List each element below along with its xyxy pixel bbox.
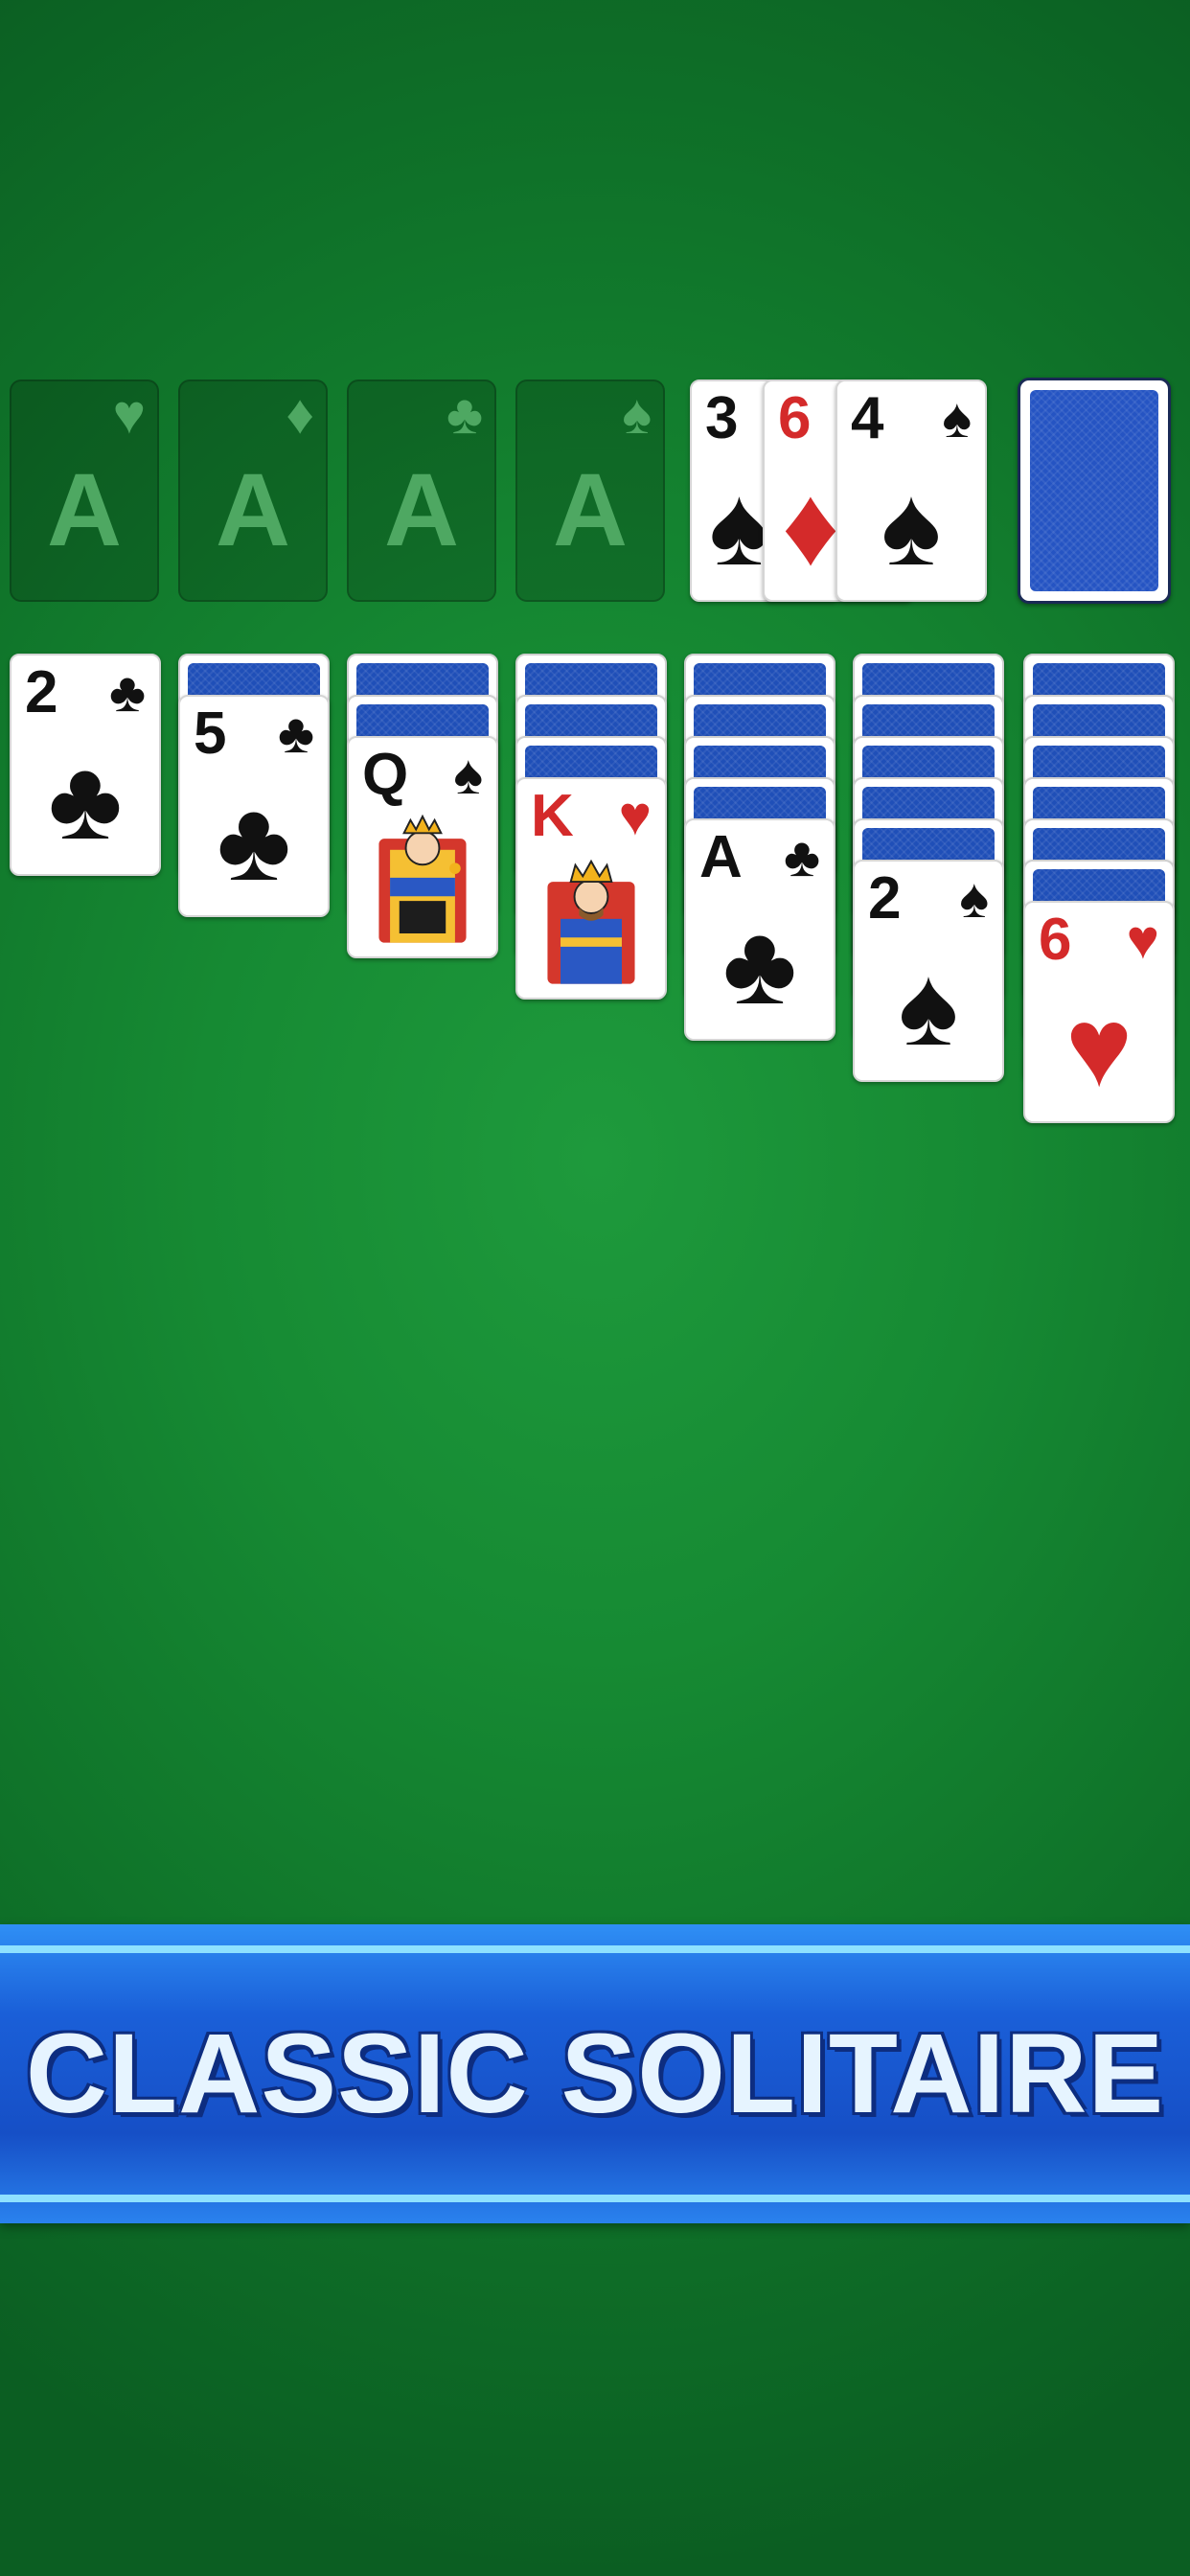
tableau-card-4[interactable]: K ♥ [515, 777, 667, 1000]
card-rank: 5 [194, 701, 227, 767]
queen-portrait-icon [378, 814, 467, 943]
tableau-card-5[interactable]: A ♣ ♣ [684, 818, 835, 1041]
foundation-clubs[interactable]: ♣ A [347, 380, 496, 602]
club-icon: ♣ [722, 902, 797, 1028]
spade-icon: ♠ [881, 463, 942, 589]
tableau-card-1[interactable]: 2 ♣ ♣ [10, 654, 161, 876]
spade-icon: ♠ [942, 387, 972, 449]
king-portrait-icon [547, 859, 635, 984]
club-icon: ♣ [783, 826, 820, 888]
foundation-spades[interactable]: ♠ A [515, 380, 665, 602]
card-rank: 3 [705, 385, 739, 451]
spade-icon: ♠ [453, 744, 483, 806]
club-icon: ♣ [108, 661, 146, 724]
card-rank: K [531, 783, 574, 849]
spade-icon: ♠ [622, 383, 652, 446]
foundation-label: A [553, 451, 628, 567]
banner-title: CLASSIC SOLITAIRE [25, 2011, 1165, 2137]
diamond-icon: ♦ [286, 383, 314, 446]
tableau-card-2[interactable]: 5 ♣ ♣ [178, 695, 330, 917]
card-rank: A [699, 824, 743, 890]
club-icon: ♣ [217, 778, 291, 905]
foundation-label: A [47, 451, 122, 567]
heart-icon: ♥ [1126, 908, 1159, 971]
card-rank: 2 [868, 865, 902, 932]
card-rank: 4 [851, 385, 884, 451]
card-rank: 6 [1039, 907, 1072, 973]
foundation-label: A [216, 451, 290, 567]
spade-icon: ♠ [898, 943, 959, 1070]
tableau-card-7[interactable]: 6 ♥ ♥ [1023, 901, 1175, 1123]
foundation-diamonds[interactable]: ♦ A [178, 380, 328, 602]
heart-icon: ♥ [618, 785, 652, 847]
stock-pile[interactable] [1018, 378, 1171, 604]
card-rank: 6 [778, 385, 812, 451]
spade-icon: ♠ [959, 867, 989, 930]
tableau-card-6[interactable]: 2 ♠ ♠ [853, 860, 1004, 1082]
game-table: ♥ A ♦ A ♣ A ♠ A 3 ♠ 6 ♦ 4 ♠ ♠ 2 ♣ ♣ 5 ♣ … [0, 0, 1190, 2576]
card-rank: 2 [25, 659, 58, 725]
foundation-label: A [384, 451, 459, 567]
foundation-hearts[interactable]: ♥ A [10, 380, 159, 602]
card-rank: Q [362, 742, 409, 808]
title-banner: CLASSIC SOLITAIRE [0, 1924, 1190, 2223]
club-icon: ♣ [277, 702, 314, 765]
club-icon: ♣ [446, 383, 483, 446]
club-icon: ♣ [48, 737, 123, 863]
heart-icon: ♥ [1064, 984, 1133, 1111]
tableau-card-3[interactable]: Q ♠ [347, 736, 498, 958]
waste-top-card[interactable]: 4 ♠ ♠ [835, 380, 987, 602]
heart-icon: ♥ [112, 383, 146, 446]
